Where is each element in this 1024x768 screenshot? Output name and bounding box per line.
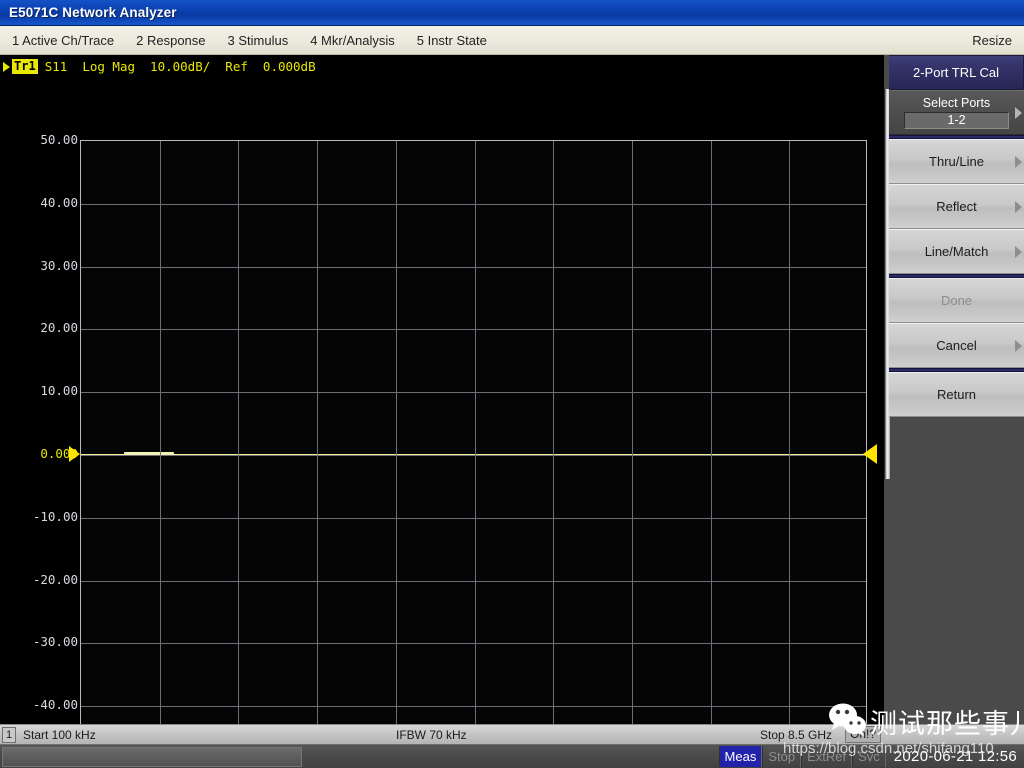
taskbar-cell-svc[interactable]: Svc bbox=[852, 746, 886, 767]
y-axis-tick-5: 0.000 bbox=[4, 446, 78, 461]
grid-line-horizontal bbox=[81, 581, 866, 582]
menu-item-0[interactable]: 1 Active Ch/Trace bbox=[2, 27, 124, 54]
grid-line-vertical bbox=[238, 141, 239, 724]
grid-line-horizontal bbox=[81, 643, 866, 644]
grid-line-horizontal bbox=[81, 392, 866, 393]
app-window: E5071C Network Analyzer 1 Active Ch/Trac… bbox=[0, 0, 1024, 768]
softkey-line-match[interactable]: Line/Match bbox=[889, 229, 1024, 274]
softkey-panel: 2-Port TRL Cal Select Ports 1-2 Thru/Line R… bbox=[884, 55, 1024, 724]
y-axis-tick-2: 30.00 bbox=[4, 258, 78, 273]
y-axis-tick-1: 40.00 bbox=[4, 195, 78, 210]
grid-line-vertical bbox=[553, 141, 554, 724]
chevron-right-icon bbox=[1015, 107, 1022, 119]
taskbar-clock: 2020-06-21 12:56 bbox=[886, 746, 1023, 768]
menu-item-4[interactable]: 5 Instr State bbox=[407, 27, 497, 54]
grid-line-vertical bbox=[160, 141, 161, 724]
grid-line-vertical bbox=[475, 141, 476, 724]
menu-item-3[interactable]: 4 Mkr/Analysis bbox=[300, 27, 405, 54]
status-ifbw[interactable]: IFBW 70 kHz bbox=[396, 728, 467, 742]
reference-marker-left-icon[interactable] bbox=[69, 446, 80, 462]
graph-plot-area[interactable] bbox=[80, 140, 867, 724]
softkey-label: Done bbox=[941, 293, 972, 308]
taskbar-cell-extref[interactable]: ExtRef bbox=[801, 746, 852, 767]
status-start-frequency[interactable]: Start 100 kHz bbox=[23, 728, 96, 742]
y-axis: 50.00 40.00 30.00 20.00 10.00 0.000 -10.00 -20.… bbox=[0, 55, 78, 724]
grid-line-vertical bbox=[317, 141, 318, 724]
chevron-right-icon bbox=[1015, 156, 1022, 168]
y-axis-tick-6: -10.00 bbox=[4, 509, 78, 524]
softkey-reflect[interactable]: Reflect bbox=[889, 184, 1024, 229]
softkey-cancel[interactable]: Cancel bbox=[889, 323, 1024, 368]
softkey-done: Done bbox=[889, 278, 1024, 323]
softkey-label: Thru/Line bbox=[929, 154, 984, 169]
taskbar-cell-stop[interactable]: Stop bbox=[762, 746, 801, 767]
softkey-list: Select Ports 1-2 Thru/Line Reflect Line/Matc… bbox=[889, 90, 1024, 417]
grid-line-vertical bbox=[396, 141, 397, 724]
softkey-label: Reflect bbox=[936, 199, 976, 214]
softkey-return[interactable]: Return bbox=[889, 372, 1024, 417]
trace-format-info: S11 Log Mag 10.00dB/ Ref 0.000dB bbox=[45, 59, 316, 74]
y-axis-tick-7: -20.00 bbox=[4, 572, 78, 587]
menu-item-2[interactable]: 3 Stimulus bbox=[218, 27, 299, 54]
chevron-right-icon bbox=[1015, 201, 1022, 213]
grid-line-horizontal bbox=[81, 329, 866, 330]
softkey-label: Return bbox=[937, 387, 976, 402]
softkey-select-ports[interactable]: Select Ports 1-2 bbox=[889, 90, 1024, 135]
measurement-area[interactable]: Tr1 S11 Log Mag 10.00dB/ Ref 0.000dB 50.… bbox=[0, 55, 884, 724]
taskbar-task-area[interactable] bbox=[2, 747, 302, 767]
y-axis-tick-4: 10.00 bbox=[4, 383, 78, 398]
y-axis-tick-0: 50.00 bbox=[4, 132, 78, 147]
taskbar: MeasStopExtRefSvc2020-06-21 12:56 bbox=[0, 744, 1024, 768]
grid-line-vertical bbox=[632, 141, 633, 724]
grid-line-vertical bbox=[711, 141, 712, 724]
grid-line-vertical bbox=[789, 141, 790, 724]
taskbar-status-cells: MeasStopExtRefSvc2020-06-21 12:56 bbox=[719, 746, 1024, 768]
taskbar-cell-meas[interactable]: Meas bbox=[719, 746, 763, 767]
softkey-panel-title: 2-Port TRL Cal bbox=[889, 55, 1024, 90]
chevron-right-icon bbox=[1015, 246, 1022, 258]
y-axis-tick-8: -30.00 bbox=[4, 634, 78, 649]
window-title: E5071C Network Analyzer bbox=[0, 5, 177, 20]
softkey-label: Select Ports bbox=[923, 96, 990, 110]
y-axis-tick-9: -40.00 bbox=[4, 697, 78, 712]
grid-line-horizontal bbox=[81, 267, 866, 268]
grid-line-horizontal bbox=[81, 706, 866, 707]
grid-line-horizontal bbox=[81, 455, 866, 456]
status-bar: 1 Start 100 kHz IFBW 70 kHz Stop 8.5 GHz… bbox=[0, 724, 1024, 744]
softkey-label: Line/Match bbox=[925, 244, 989, 259]
softkey-thru-line[interactable]: Thru/Line bbox=[889, 139, 1024, 184]
resize-button[interactable]: Resize bbox=[962, 27, 1024, 54]
menu-bar: 1 Active Ch/Trace2 Response3 Stimulus4 M… bbox=[0, 26, 1024, 55]
grid-line-horizontal bbox=[81, 518, 866, 519]
softkey-value[interactable]: 1-2 bbox=[904, 112, 1009, 129]
menu-item-1[interactable]: 2 Response bbox=[126, 27, 215, 54]
title-bar: E5071C Network Analyzer bbox=[0, 0, 1024, 26]
grid-line-horizontal bbox=[81, 204, 866, 205]
reference-marker-right-icon[interactable] bbox=[863, 444, 877, 464]
softkey-label: Cancel bbox=[936, 338, 976, 353]
status-stop-frequency[interactable]: Stop 8.5 GHz bbox=[760, 728, 832, 742]
status-correction-toggle[interactable]: On!? bbox=[845, 726, 881, 743]
status-channel-number[interactable]: 1 bbox=[2, 727, 16, 743]
chevron-right-icon bbox=[1015, 340, 1022, 352]
y-axis-tick-3: 20.00 bbox=[4, 320, 78, 335]
